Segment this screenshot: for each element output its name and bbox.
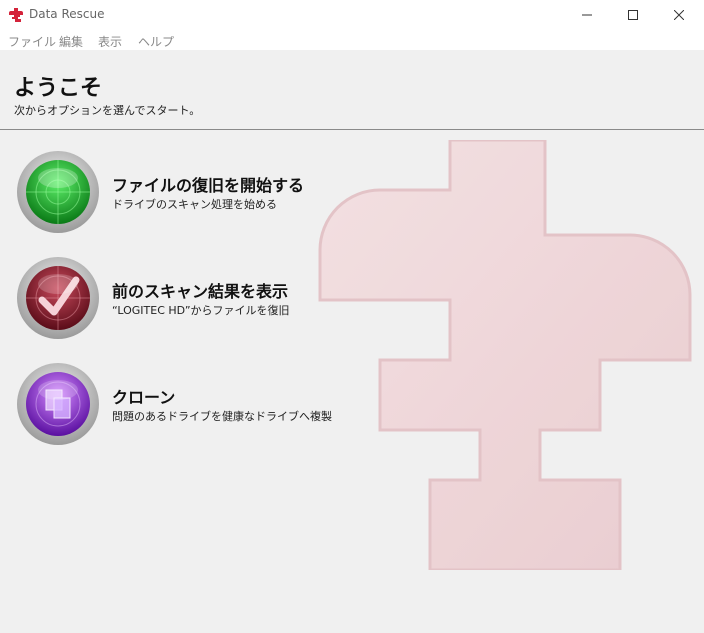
menu-file[interactable]: ファイル	[8, 33, 56, 50]
menu-bar: ファイル 編集 表示 ヘルプ	[0, 30, 704, 50]
menu-help[interactable]: ヘルプ	[138, 33, 174, 50]
menu-view[interactable]: 表示	[98, 33, 122, 50]
clone-option[interactable]: クローン 問題のあるドライブを健康なドライブへ複製	[16, 362, 356, 446]
checkmark-radar-icon	[17, 257, 99, 339]
header-divider	[0, 129, 704, 130]
welcome-panel: ようこそ 次からオプションを選んでスタート。 ファイルの復旧を開始する ドライブ…	[0, 50, 704, 633]
close-button[interactable]	[656, 0, 702, 30]
maximize-icon	[628, 10, 638, 20]
close-icon	[674, 10, 684, 20]
maximize-button[interactable]	[610, 0, 656, 30]
option-title: ファイルの復旧を開始する	[112, 176, 305, 195]
title-bar: Data Rescue	[0, 0, 704, 30]
menu-edit[interactable]: 編集	[59, 33, 83, 50]
start-recovery-option[interactable]: ファイルの復旧を開始する ドライブのスキャン処理を始める	[16, 150, 356, 234]
clone-icon	[17, 363, 99, 445]
option-title: 前のスキャン結果を表示	[112, 282, 289, 301]
data-rescue-logo-icon	[9, 8, 23, 22]
data-rescue-watermark-icon	[318, 140, 692, 570]
window-title: Data Rescue	[29, 7, 105, 21]
minimize-icon	[582, 14, 592, 16]
radar-icon	[17, 151, 99, 233]
option-description: ドライブのスキャン処理を始める	[112, 198, 277, 211]
option-title: クローン	[112, 388, 176, 407]
view-previous-scan-option[interactable]: 前のスキャン結果を表示 “LOGITEC HD”からファイルを復旧	[16, 256, 356, 340]
option-description: 問題のあるドライブを健康なドライブへ複製	[112, 410, 332, 423]
option-description: “LOGITEC HD”からファイルを復旧	[112, 304, 290, 317]
minimize-button[interactable]	[564, 0, 610, 30]
page-subtitle: 次からオプションを選んでスタート。	[14, 104, 201, 117]
page-title: ようこそ	[14, 76, 103, 101]
